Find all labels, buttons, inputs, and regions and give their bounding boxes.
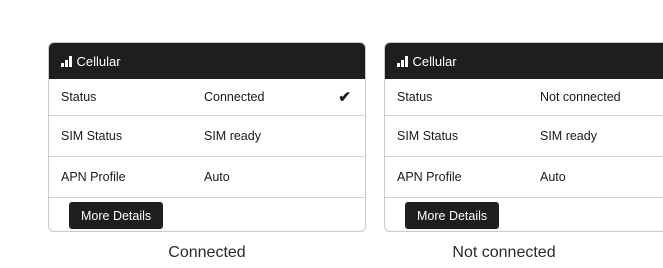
status-label: Status — [397, 90, 433, 104]
apn-profile-label: APN Profile — [397, 170, 462, 184]
caption-connected: Connected — [168, 244, 246, 261]
cellular-card-not-connected: Cellular Status Not connected SIM Status… — [384, 42, 663, 232]
sim-status-value: SIM ready — [540, 129, 597, 143]
status-value: Connected — [204, 90, 265, 104]
signal-bars-icon — [397, 55, 408, 67]
card-title: Cellular — [76, 53, 121, 69]
sim-status-row: SIM Status SIM ready — [49, 116, 365, 157]
status-label: Status — [61, 90, 97, 104]
more-details-button[interactable]: More Details — [405, 202, 500, 229]
apn-profile-row: APN Profile Auto — [49, 157, 365, 198]
card-footer: More Details — [49, 198, 365, 231]
more-details-button[interactable]: More Details — [69, 202, 164, 229]
card-title: Cellular — [412, 53, 457, 69]
card-header: Cellular — [49, 43, 365, 79]
sim-status-label: SIM Status — [61, 129, 123, 143]
sim-status-value: SIM ready — [204, 129, 261, 143]
apn-profile-value: Auto — [540, 170, 566, 184]
apn-profile-row: APN Profile Auto — [385, 157, 663, 198]
sim-status-row: SIM Status SIM ready — [385, 116, 663, 157]
checkmark-icon: ✔ — [338, 89, 351, 106]
apn-profile-label: APN Profile — [61, 170, 126, 184]
signal-bars-icon — [61, 55, 72, 67]
caption-not-connected: Not connected — [452, 244, 556, 261]
status-row: Status Not connected — [385, 79, 663, 116]
sim-status-label: SIM Status — [397, 129, 459, 143]
cellular-card-connected: Cellular Status Connected ✔ SIM Status S… — [48, 42, 366, 232]
card-header: Cellular — [385, 43, 663, 79]
status-value: Not connected — [540, 90, 621, 104]
status-row: Status Connected ✔ — [49, 79, 365, 116]
apn-profile-value: Auto — [204, 170, 230, 184]
card-footer: More Details — [385, 198, 663, 231]
